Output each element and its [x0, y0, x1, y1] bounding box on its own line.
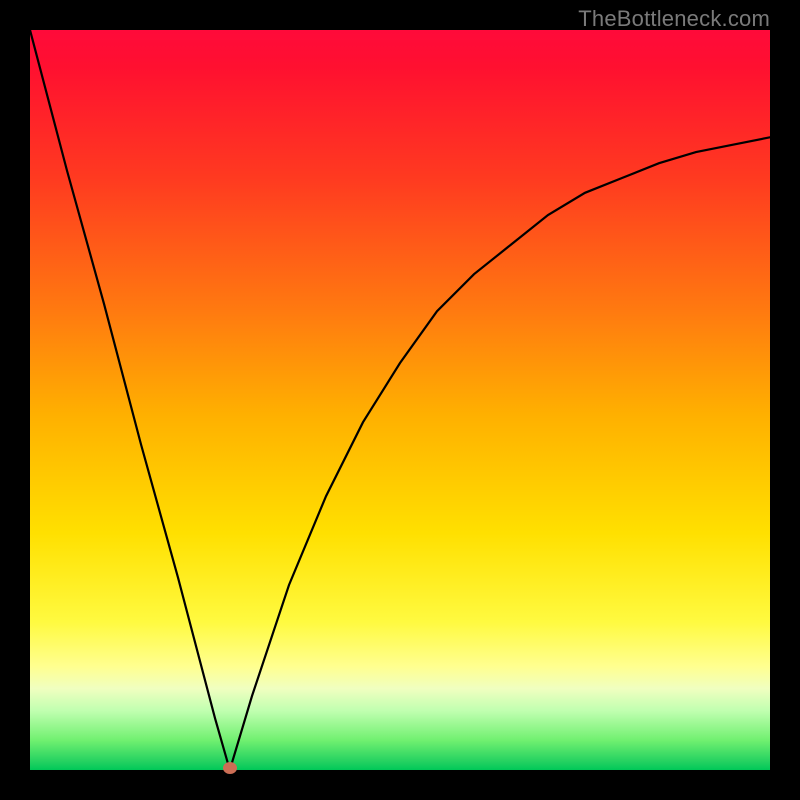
min-marker	[223, 762, 237, 774]
curve-svg	[30, 30, 770, 770]
watermark-text: TheBottleneck.com	[578, 6, 770, 32]
bottleneck-curve	[30, 30, 770, 770]
chart-frame: TheBottleneck.com	[0, 0, 800, 800]
